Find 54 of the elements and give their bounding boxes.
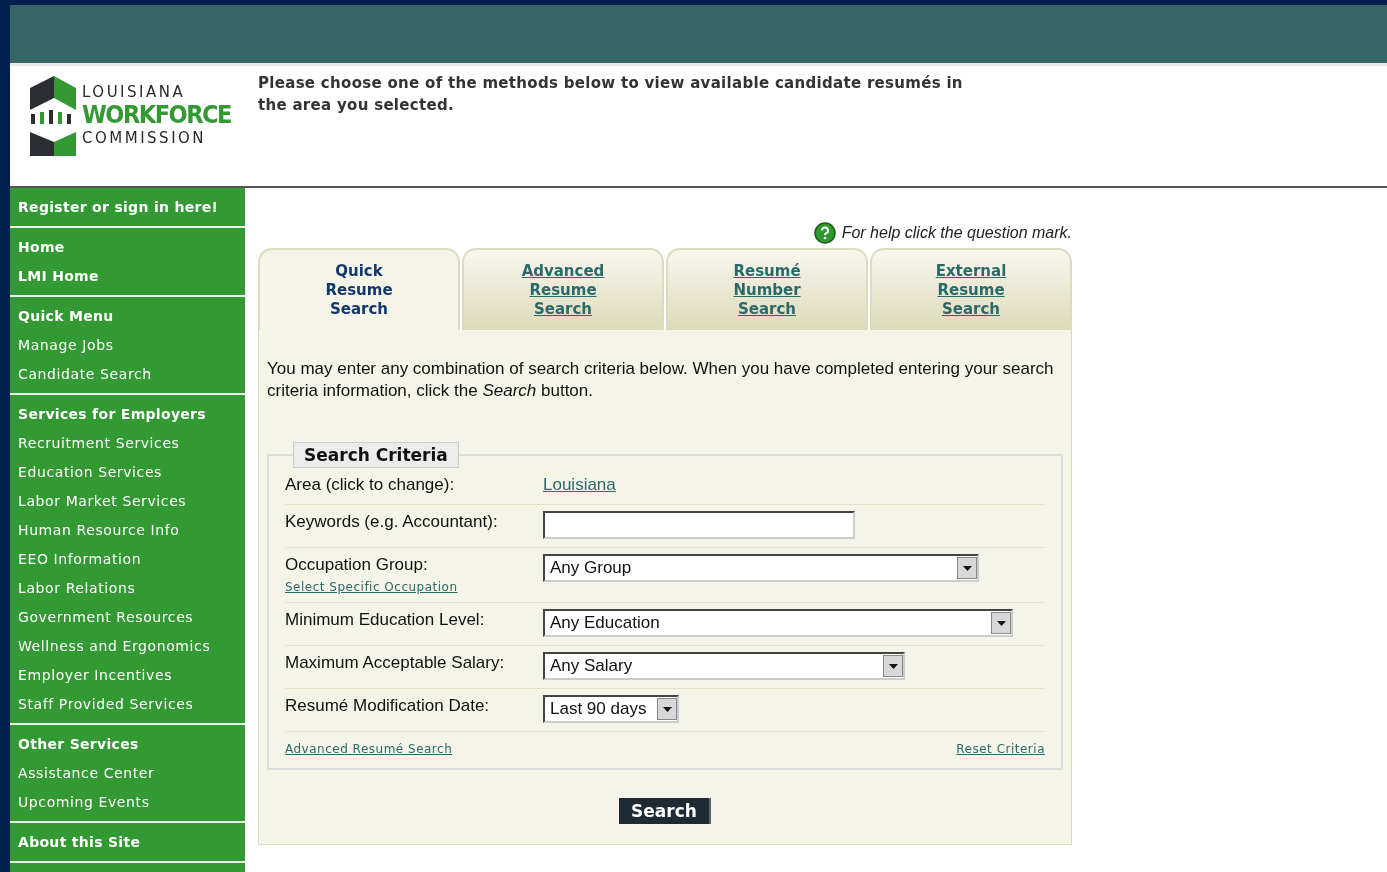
field-label: Area (click to change):	[285, 474, 456, 496]
area-link[interactable]: Louisiana	[543, 474, 616, 496]
sidebar-heading[interactable]: About this Site	[10, 828, 245, 857]
dropdown-arrow-icon	[662, 706, 672, 712]
search-tab[interactable]: External Resume Search	[870, 248, 1072, 330]
search-tab[interactable]: Advanced Resume Search	[462, 248, 664, 330]
dropdown-field[interactable]: Any Salary	[543, 652, 905, 680]
dropdown-arrow-icon	[996, 620, 1006, 626]
sidebar-link[interactable]: Wellness and Ergonomics	[10, 632, 245, 661]
logo-emblem-icon	[30, 74, 76, 156]
logo-text: WORKFORCE	[82, 101, 231, 129]
intro-text: Please choose one of the methods below to view available candidate resumés in the area you selected.	[258, 73, 964, 116]
criteria-link[interactable]: Advanced Resumé Search	[285, 742, 453, 756]
sidebar-link[interactable]: Labor Relations	[10, 574, 245, 603]
dropdown-field[interactable]: Last 90 days	[543, 695, 679, 723]
help-icon[interactable]	[813, 222, 836, 244]
search-tab[interactable]: Resumé Number Search	[666, 248, 868, 330]
field-label: Minimum Education Level:	[285, 609, 486, 631]
dropdown-field[interactable]: Any Education	[543, 609, 1013, 637]
field-label: Occupation Group:	[285, 554, 429, 576]
sidebar-link[interactable]: Labor Market Services	[10, 487, 245, 516]
instructions-text: You may enter any combination of search criteria below. When you have completed entering your search criteria information, click the Search button.	[267, 358, 1055, 402]
sidebar-link[interactable]: Human Resource Info	[10, 516, 245, 545]
logo-text: COMMISSION	[82, 129, 208, 147]
criteria-link[interactable]: Reset Criteria	[956, 742, 1045, 756]
sidebar-heading[interactable]: Other Services	[10, 730, 245, 759]
sidebar-heading[interactable]: Register or sign in here!	[10, 193, 245, 222]
field-label: Resumé Modification Date:	[285, 695, 491, 717]
logo-text: LOUISIANA	[82, 83, 187, 101]
sidebar-heading[interactable]: Quick Menu	[10, 302, 245, 331]
sidebar-link[interactable]: Candidate Search	[10, 360, 245, 389]
sidebar-heading[interactable]: Home	[10, 233, 245, 262]
sidebar-link[interactable]: Upcoming Events	[10, 788, 245, 817]
sidebar-heading[interactable]: Services for Employers	[10, 400, 245, 429]
dropdown-arrow-icon	[888, 663, 898, 669]
search-criteria-title: Search Criteria	[293, 442, 459, 468]
keywords-input[interactable]	[543, 511, 855, 539]
sidebar-link[interactable]: EEO Information	[10, 545, 245, 574]
dropdown-arrow-icon	[962, 565, 972, 571]
sidebar-link[interactable]: Government Resources	[10, 603, 245, 632]
sidebar-link[interactable]: Assistance Center	[10, 759, 245, 788]
field-label: Maximum Acceptable Salary:	[285, 652, 506, 674]
sidebar-link[interactable]: Staff Provided Services	[10, 690, 245, 719]
search-button[interactable]: Search	[619, 798, 711, 824]
sidebar-heading[interactable]: LMI Home	[10, 262, 245, 291]
sidebar-link[interactable]: Employer Incentives	[10, 661, 245, 690]
sidebar-link[interactable]: Manage Jobs	[10, 331, 245, 360]
search-tab[interactable]: Quick Resume Search	[258, 248, 460, 330]
occupation-link[interactable]: Select Specific Occupation	[285, 580, 543, 594]
sidebar-link[interactable]: Education Services	[10, 458, 245, 487]
dropdown-field[interactable]: Any Group	[543, 554, 979, 582]
sidebar-link[interactable]: Recruitment Services	[10, 429, 245, 458]
help-text: For help click the question mark.	[841, 224, 1072, 242]
field-label: Keywords (e.g. Accountant):	[285, 511, 499, 533]
